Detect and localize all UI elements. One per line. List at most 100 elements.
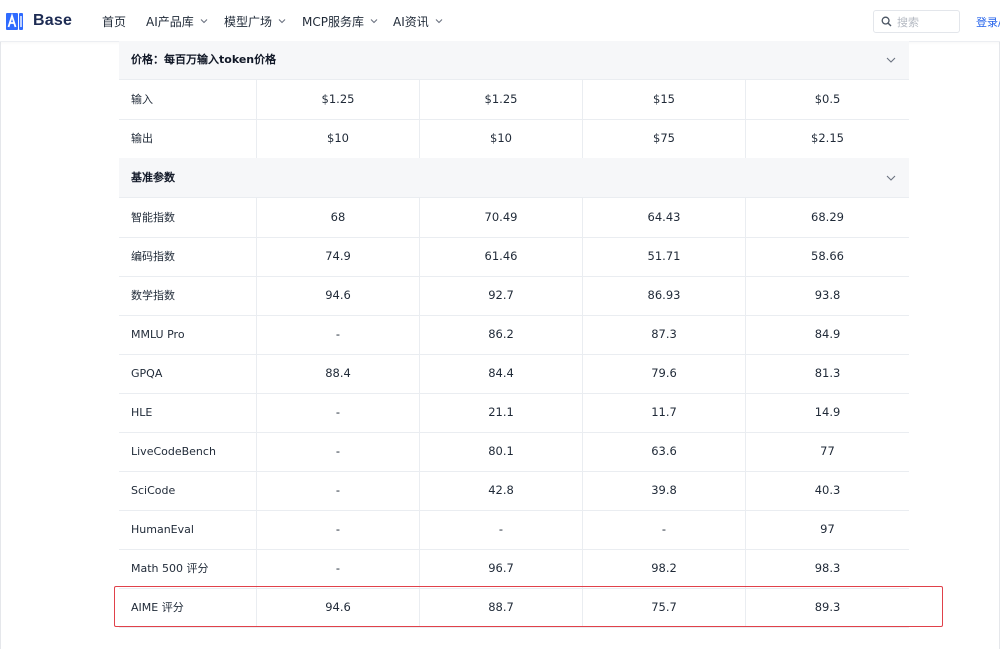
table-row: 编码指数 74.9 61.46 51.71 58.66 <box>119 237 909 277</box>
table-cell: $75 <box>582 119 745 158</box>
table-row: HumanEval - - - 97 <box>119 510 909 550</box>
table-cell: $0.5 <box>745 80 909 119</box>
nav-label: MCP服务库 <box>302 14 364 29</box>
table-cell: 98.2 <box>582 549 745 588</box>
table-cell: 63.6 <box>582 432 745 471</box>
table-cell: 87.3 <box>582 315 745 354</box>
table-row: 输入 $1.25 $1.25 $15 $0.5 <box>119 80 909 120</box>
login-link[interactable]: 登录/ <box>976 14 1000 30</box>
chevron-down-icon <box>370 19 378 24</box>
row-label: 数学指数 <box>131 289 175 302</box>
table-cell: - <box>256 510 419 549</box>
table-row: MMLU Pro - 86.2 87.3 84.9 <box>119 315 909 355</box>
table-cell: 64.43 <box>582 198 745 237</box>
section-header-benchmarks[interactable]: 基准参数 <box>119 158 909 198</box>
table-cell: 77 <box>745 432 909 471</box>
nav-item-home[interactable]: 首页 <box>102 0 126 42</box>
table-cell: 39.8 <box>582 471 745 510</box>
table-cell: 51.71 <box>582 237 745 276</box>
table-cell: 86.2 <box>419 315 582 354</box>
table-row: 数学指数 94.6 92.7 86.93 93.8 <box>119 276 909 316</box>
chevron-down-icon <box>278 19 286 24</box>
table-cell: 84.4 <box>419 354 582 393</box>
table-cell: - <box>256 393 419 432</box>
table-row: GPQA 88.4 84.4 79.6 81.3 <box>119 354 909 394</box>
nav-label: 模型广场 <box>224 14 273 29</box>
table-cell: 14.9 <box>745 393 909 432</box>
row-label: AIME 评分 <box>131 601 184 614</box>
chevron-down-icon <box>435 19 443 24</box>
table-cell: $15 <box>582 80 745 119</box>
row-label: 编码指数 <box>131 250 175 263</box>
table-cell: $10 <box>419 119 582 158</box>
row-label: HLE <box>131 406 153 419</box>
table-cell: - <box>256 432 419 471</box>
section-title: 基准参数 <box>131 171 175 184</box>
nav-label: AI资讯 <box>393 14 429 29</box>
table-row: SciCode - 42.8 39.8 40.3 <box>119 471 909 511</box>
table-cell: 11.7 <box>582 393 745 432</box>
table-cell: - <box>256 471 419 510</box>
table-cell: 80.1 <box>419 432 582 471</box>
table-cell: - <box>256 315 419 354</box>
table-cell: 40.3 <box>745 471 909 510</box>
table-cell: 88.4 <box>256 354 419 393</box>
nav-item-ai-news[interactable]: AI资讯 <box>393 0 443 42</box>
row-label: GPQA <box>131 367 163 380</box>
table-row: AIME 评分 94.6 88.7 75.7 89.3 <box>119 588 909 628</box>
table-cell: 70.49 <box>419 198 582 237</box>
table-cell: 58.66 <box>745 237 909 276</box>
nav-label: 首页 <box>102 14 127 29</box>
table-cell: 61.46 <box>419 237 582 276</box>
table-row: HLE - 21.1 11.7 14.9 <box>119 393 909 433</box>
table-cell: 42.8 <box>419 471 582 510</box>
table-cell: - <box>419 510 582 549</box>
row-label: SciCode <box>131 484 176 497</box>
table-cell: 93.8 <box>745 276 909 315</box>
row-label: LiveCodeBench <box>131 445 216 458</box>
row-label: 智能指数 <box>131 211 175 224</box>
table-cell: 68.29 <box>745 198 909 237</box>
row-label: MMLU Pro <box>131 328 185 341</box>
table-cell: 75.7 <box>582 588 745 627</box>
top-navbar: Base 首页 AI产品库 模型广场 MCP服务库 AI资讯 搜索 登录/ <box>0 0 1000 42</box>
table-row: 智能指数 68 70.49 64.43 68.29 <box>119 198 909 238</box>
table-cell: 74.9 <box>256 237 419 276</box>
table-cell: 94.6 <box>256 588 419 627</box>
table-cell: 86.93 <box>582 276 745 315</box>
table-row: 输出 $10 $10 $75 $2.15 <box>119 119 909 159</box>
row-label: 输出 <box>131 132 153 145</box>
logo-ai-mark-icon <box>6 12 23 30</box>
table-cell: 94.6 <box>256 276 419 315</box>
nav-item-model-square[interactable]: 模型广场 <box>224 0 286 42</box>
nav-item-ai-products[interactable]: AI产品库 <box>146 0 208 42</box>
table-cell: 89.3 <box>745 588 909 627</box>
table-cell: - <box>582 510 745 549</box>
nav-item-mcp-services[interactable]: MCP服务库 <box>302 0 378 42</box>
table-cell: 96.7 <box>419 549 582 588</box>
table-row: LiveCodeBench - 80.1 63.6 77 <box>119 432 909 472</box>
table-cell: - <box>256 549 419 588</box>
section-title: 价格：每百万输入token价格 <box>131 53 277 66</box>
search-placeholder: 搜索 <box>897 15 919 29</box>
table-cell: 68 <box>256 198 419 237</box>
table-cell: $1.25 <box>256 80 419 119</box>
chevron-down-icon <box>886 57 896 63</box>
section-header-price[interactable]: 价格：每百万输入token价格 <box>119 41 909 80</box>
page-left-border <box>0 42 1 649</box>
search-input[interactable]: 搜索 <box>873 10 960 33</box>
table-cell: 98.3 <box>745 549 909 588</box>
table-cell: 79.6 <box>582 354 745 393</box>
search-icon <box>881 16 892 27</box>
row-label: HumanEval <box>131 523 194 536</box>
row-label: 输入 <box>131 93 153 106</box>
table-cell: $2.15 <box>745 119 909 158</box>
aibase-logo[interactable]: Base <box>6 12 72 30</box>
table-cell: 81.3 <box>745 354 909 393</box>
table-cell: 21.1 <box>419 393 582 432</box>
nav-label: AI产品库 <box>146 14 194 29</box>
table-cell: $1.25 <box>419 80 582 119</box>
chevron-down-icon <box>200 19 208 24</box>
table-cell: 88.7 <box>419 588 582 627</box>
chevron-down-icon <box>886 175 896 181</box>
